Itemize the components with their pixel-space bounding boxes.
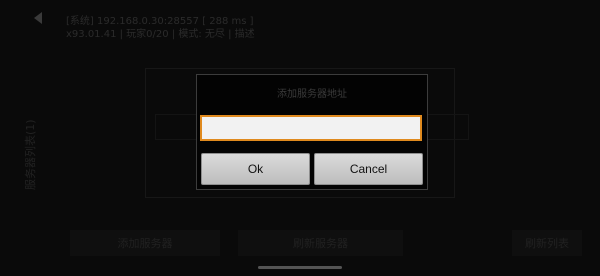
ok-button[interactable]: Ok [201,153,310,185]
cancel-button[interactable]: Cancel [314,153,423,185]
server-address-input[interactable] [200,115,422,141]
dialog-title: 添加服务器地址 [277,89,347,100]
